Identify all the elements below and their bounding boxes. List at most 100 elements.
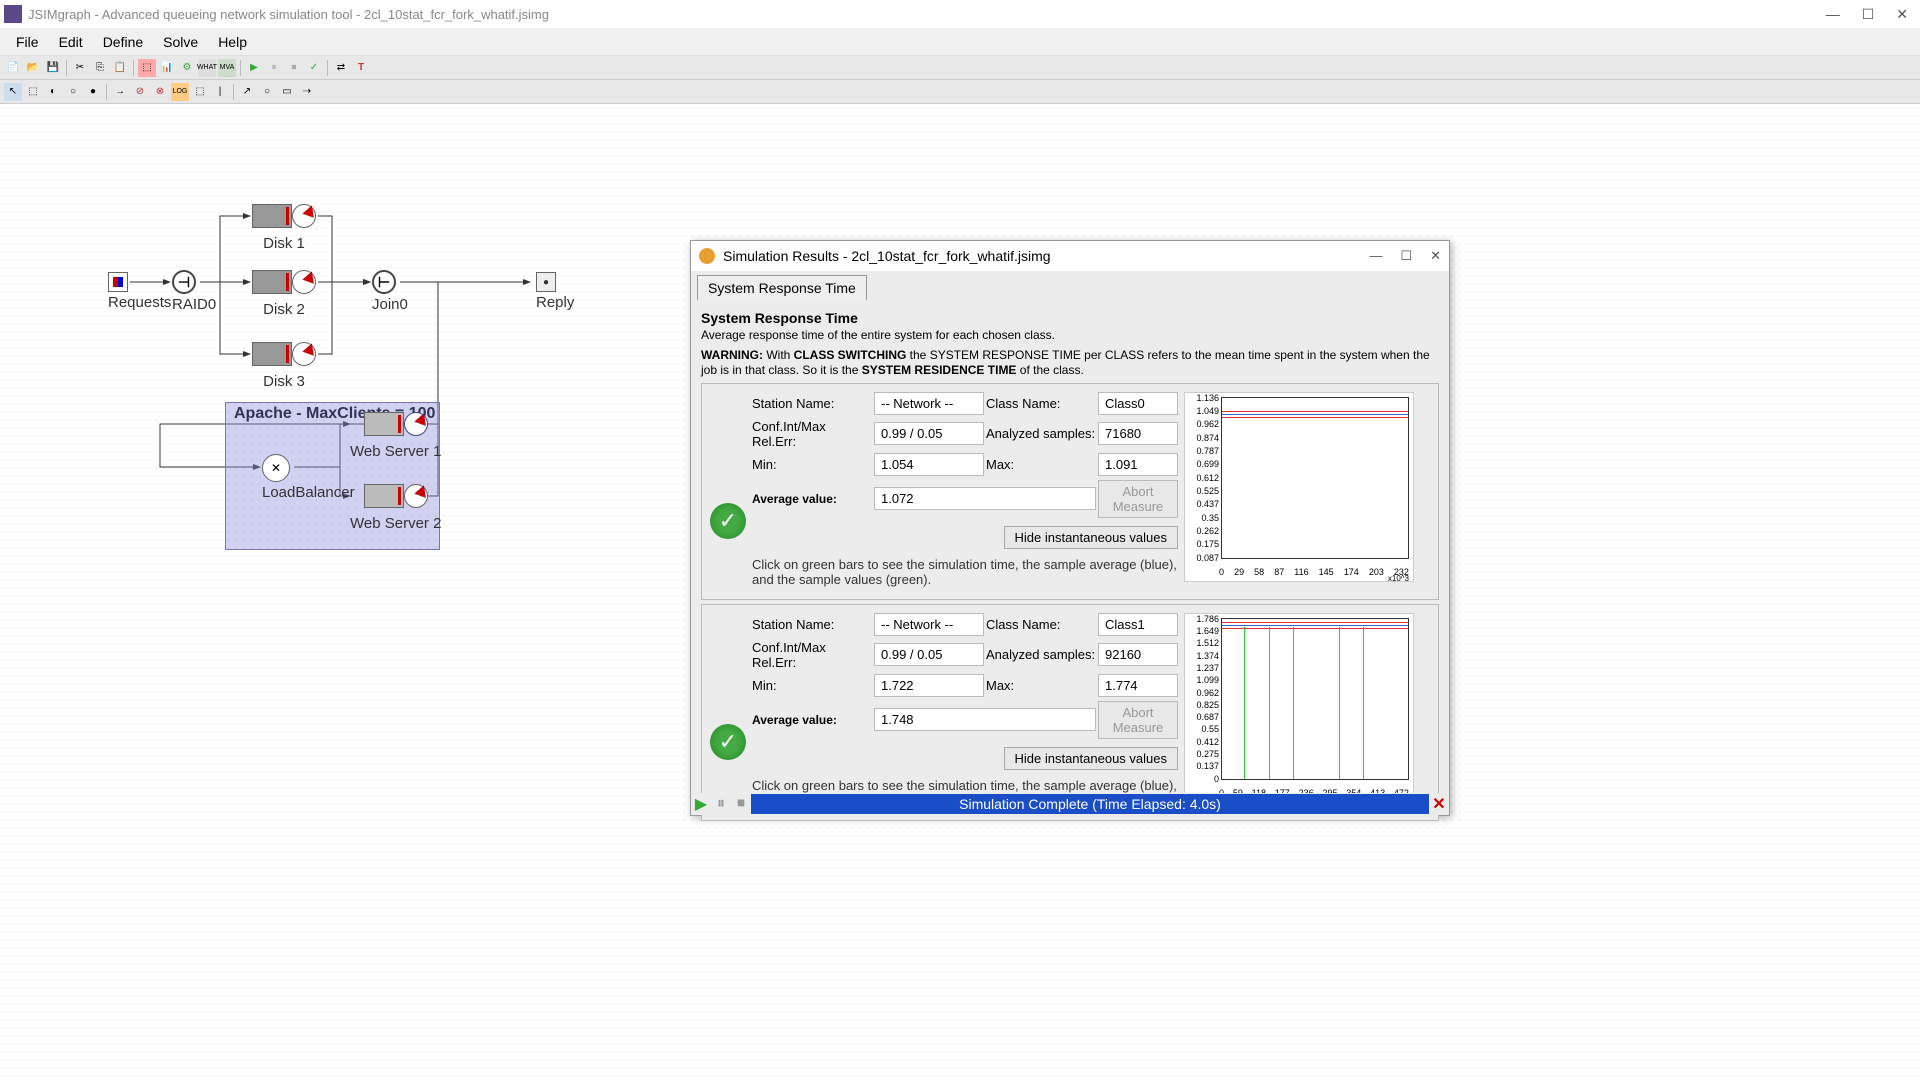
node-disk2-queue[interactable] (252, 270, 292, 294)
open-icon[interactable]: 📂 (24, 59, 42, 77)
router-icon[interactable]: → (111, 83, 129, 101)
node-disk2-server[interactable] (292, 270, 316, 294)
new-icon[interactable]: 📄 (4, 59, 22, 77)
classes-icon[interactable]: ⬚ (138, 59, 156, 77)
dialog-maximize[interactable]: ☐ (1400, 248, 1412, 264)
delay-icon[interactable]: ○ (64, 83, 82, 101)
measures-icon[interactable]: 📊 (158, 59, 176, 77)
value-station[interactable]: -- Network -- (874, 613, 984, 636)
node-disk1-server[interactable] (292, 204, 316, 228)
label-class: Class Name: (986, 396, 1096, 411)
value-conf[interactable]: 0.99 / 0.05 (874, 422, 984, 445)
pause-icon[interactable]: ⏸ (265, 59, 283, 77)
node-web2-queue[interactable] (364, 484, 404, 508)
fork-icon[interactable]: ⊘ (131, 83, 149, 101)
node-label: Disk 2 (252, 301, 316, 318)
stop-icon[interactable]: ⏹ (285, 59, 303, 77)
copy-icon[interactable]: ⎘ (91, 59, 109, 77)
menu-file[interactable]: File (6, 30, 49, 54)
node-disk3-server[interactable] (292, 342, 316, 366)
connect-icon[interactable]: ⇢ (298, 83, 316, 101)
value-max[interactable]: 1.091 (1098, 453, 1178, 476)
toolbar-palette: ↖ ⬚ ◐ ○ ● → ⊘ ⊗ LOG ⬚ | ↗ ○ ▭ ⇢ (0, 80, 1920, 104)
chart-1[interactable]: 1.7861.6491.5121.3741.2371.0990.9620.825… (1184, 613, 1414, 803)
queue-icon[interactable]: ◐ (44, 83, 62, 101)
dialog-minimize[interactable]: — (1369, 248, 1382, 264)
node-web2-server[interactable] (404, 484, 428, 508)
sim-close-icon[interactable]: ✕ (1429, 794, 1449, 814)
node-label: Reply (536, 294, 574, 311)
abort-button[interactable]: Abort Measure (1098, 480, 1178, 518)
value-max[interactable]: 1.774 (1098, 674, 1178, 697)
value-analyzed[interactable]: 71680 (1098, 422, 1178, 445)
node-join0[interactable]: ⊢ (372, 270, 396, 294)
node-web1-queue[interactable] (364, 412, 404, 436)
value-class[interactable]: Class1 (1098, 613, 1178, 636)
minimize-button[interactable]: — (1826, 6, 1840, 23)
tab-system-response-time[interactable]: System Response Time (697, 275, 867, 300)
maximize-button[interactable]: ☐ (1862, 6, 1875, 23)
dialog-titlebar[interactable]: Simulation Results - 2cl_10stat_fcr_fork… (691, 241, 1449, 271)
place-icon[interactable]: ○ (258, 83, 276, 101)
sim-play-icon[interactable]: ▶ (691, 795, 711, 813)
join-icon[interactable]: ⊗ (151, 83, 169, 101)
params-icon[interactable]: ⚙ (178, 59, 196, 77)
abort-button[interactable]: Abort Measure (1098, 701, 1178, 739)
status-ok-icon: ✓ (710, 503, 746, 539)
hide-values-button[interactable]: Hide instantaneous values (1004, 747, 1179, 770)
source-icon[interactable]: ⬚ (24, 83, 42, 101)
node-web1-server[interactable] (404, 412, 428, 436)
save-icon[interactable]: 💾 (44, 59, 62, 77)
menu-define[interactable]: Define (93, 30, 153, 54)
status-ok-icon: ✓ (710, 724, 746, 760)
value-conf[interactable]: 0.99 / 0.05 (874, 643, 984, 666)
dialog-close[interactable]: ✕ (1430, 248, 1441, 264)
menu-help[interactable]: Help (208, 30, 257, 54)
convert-icon[interactable]: ⇄ (332, 59, 350, 77)
paste-icon[interactable]: 📋 (111, 59, 129, 77)
menu-edit[interactable]: Edit (49, 30, 93, 54)
select-icon[interactable]: ↖ (4, 83, 22, 101)
classswitch-icon[interactable]: ⬚ (191, 83, 209, 101)
jmva-icon[interactable]: MVA (218, 59, 236, 77)
value-avg[interactable]: 1.072 (874, 487, 1096, 510)
menubar: File Edit Define Solve Help (0, 28, 1920, 56)
play-icon[interactable]: ▶ (245, 59, 263, 77)
sim-stop-icon[interactable]: ⏹ (731, 795, 751, 813)
dialog-title-text: Simulation Results - 2cl_10stat_fcr_fork… (723, 248, 1051, 264)
node-label: Disk 3 (252, 373, 316, 390)
node-label: RAID0 (172, 296, 216, 313)
panel-warning: WARNING: With CLASS SWITCHING the SYSTEM… (701, 348, 1439, 379)
label-conf: Conf.Int/Max Rel.Err: (752, 419, 872, 449)
value-min[interactable]: 1.054 (874, 453, 984, 476)
node-reply[interactable] (536, 272, 556, 292)
dialog-icon (699, 248, 715, 264)
toolbar-main: 📄 📂 💾 ✂ ⎘ 📋 ⬚ 📊 ⚙ WHAT MVA ▶ ⏸ ⏹ ✓ ⇄ T (0, 56, 1920, 80)
menu-solve[interactable]: Solve (153, 30, 208, 54)
value-min[interactable]: 1.722 (874, 674, 984, 697)
node-disk1-queue[interactable] (252, 204, 292, 228)
close-button[interactable]: ✕ (1896, 6, 1908, 23)
value-class[interactable]: Class0 (1098, 392, 1178, 415)
whatif-icon[interactable]: WHAT (198, 59, 216, 77)
label-avg: Average value: (752, 492, 872, 506)
logger-icon[interactable]: LOG (171, 83, 189, 101)
value-avg[interactable]: 1.748 (874, 708, 1096, 731)
chart-0[interactable]: 1.1361.0490.9620.8740.7870.6990.6120.525… (1184, 392, 1414, 582)
node-requests[interactable] (108, 272, 128, 292)
text-icon[interactable]: T (352, 59, 370, 77)
hide-values-button[interactable]: Hide instantaneous values (1004, 526, 1179, 549)
semaphore-icon[interactable]: | (211, 83, 229, 101)
sink-icon[interactable]: ● (84, 83, 102, 101)
node-loadbalancer[interactable]: ✕ (262, 454, 290, 482)
value-station[interactable]: -- Network -- (874, 392, 984, 415)
results-icon[interactable]: ✓ (305, 59, 323, 77)
value-analyzed[interactable]: 92160 (1098, 643, 1178, 666)
sim-pause-icon[interactable]: ⏸ (711, 795, 731, 813)
scaler-icon[interactable]: ↗ (238, 83, 256, 101)
transition-icon[interactable]: ▭ (278, 83, 296, 101)
hint-text: Click on green bars to see the simulatio… (752, 553, 1178, 591)
node-raid0[interactable]: ⊣ (172, 270, 196, 294)
node-disk3-queue[interactable] (252, 342, 292, 366)
cut-icon[interactable]: ✂ (71, 59, 89, 77)
